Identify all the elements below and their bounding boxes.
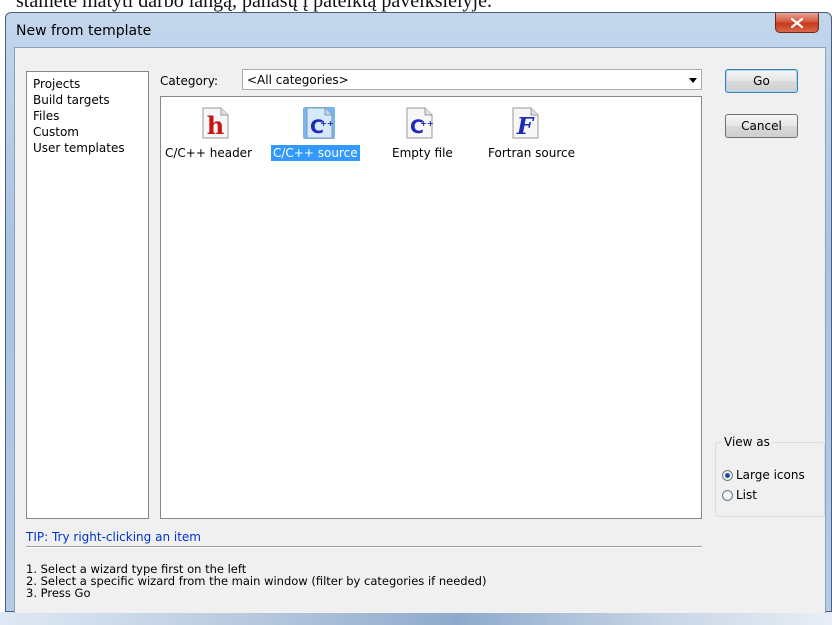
wizard-type-files[interactable]: Files [33,108,148,124]
category-value: <All categories> [247,73,349,87]
view-large-icons-option[interactable]: Large icons [722,467,805,483]
help-line: 2. Select a specific wizard from the mai… [26,574,487,588]
svg-text:++: ++ [320,119,333,128]
svg-text:++: ++ [420,119,433,128]
fortran-icon: F [509,107,541,140]
wizard-type-user-templates[interactable]: User templates [33,140,148,156]
view-as-group: View as Large icons List [715,435,825,517]
radio-button-checked[interactable] [722,470,733,481]
close-button[interactable] [775,13,819,33]
radio-label: Large icons [736,468,805,482]
title-bar: New from template [6,13,831,47]
template-grid[interactable]: h C/C++ header C ++ C/C++ source C ++ Em… [160,96,702,519]
svg-text:F: F [516,113,535,139]
chevron-down-icon [689,78,697,83]
template-label: Empty file [392,146,453,160]
template-label: C/C++ source [271,145,360,161]
svg-text:h: h [207,111,224,139]
new-from-template-dialog: New from template Projects Build targets… [5,12,832,613]
view-as-legend: View as [722,435,772,449]
wizard-type-custom[interactable]: Custom [33,124,148,140]
dialog-client-area: Projects Build targets Files Custom User… [14,47,826,613]
wizard-type-projects[interactable]: Projects [33,76,148,92]
h-header-icon: h [199,107,231,140]
cpp-source-icon: C ++ [303,107,335,139]
window-title: New from template [16,23,152,39]
wizard-type-list[interactable]: Projects Build targets Files Custom User… [26,71,149,519]
category-label: Category: [160,74,218,88]
template-label: Fortran source [488,146,576,160]
cancel-button[interactable]: Cancel [725,114,798,138]
category-dropdown[interactable]: <All categories> [242,69,702,90]
go-button[interactable]: Go [725,69,798,93]
cpp-empty-icon: C ++ [403,107,435,139]
tip-text: TIP: Try right-clicking an item [26,530,201,544]
close-icon [791,17,803,28]
divider [26,546,702,548]
radio-button-unchecked[interactable] [722,490,733,501]
wizard-type-build-targets[interactable]: Build targets [33,92,148,108]
help-line: 3. Press Go [26,586,91,600]
view-list-option[interactable]: List [722,487,757,503]
help-instructions: 1. Select a wizard type first on the lef… [26,563,486,599]
template-label: C/C++ header [165,146,252,160]
background-strip [0,612,832,625]
radio-label: List [736,488,757,502]
